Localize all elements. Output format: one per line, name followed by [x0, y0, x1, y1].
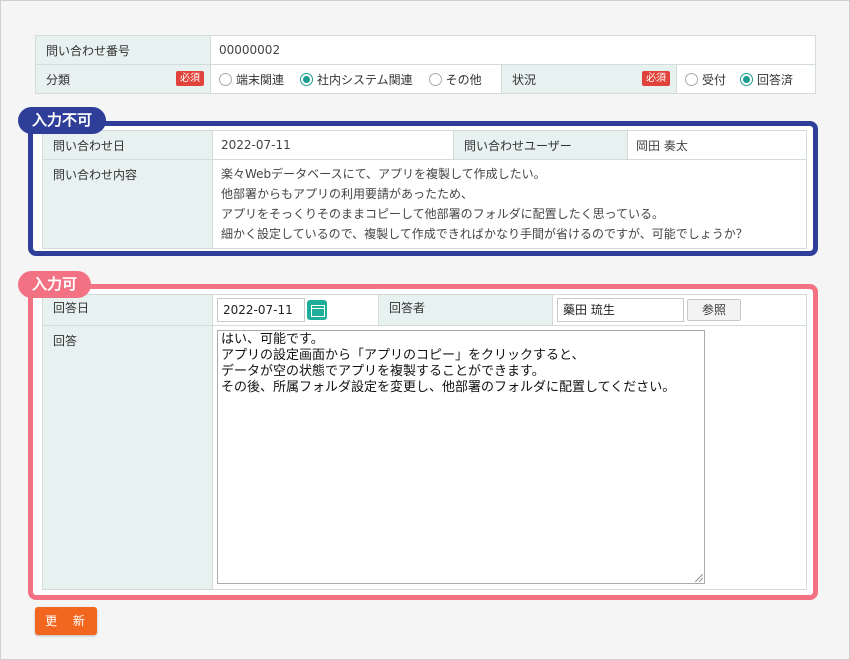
- reference-button[interactable]: 参照: [687, 299, 742, 321]
- inquiry-content-line: 楽々Webデータベースにて、アプリを複製して作成したい。: [221, 167, 546, 181]
- category-radio-group: 端末関連 社内システム関連 その他: [210, 64, 502, 94]
- inquiry-number-value: 00000002: [210, 35, 816, 65]
- required-badge: 必須: [176, 70, 204, 86]
- status-radio-group: 受付 回答済: [676, 64, 816, 94]
- status-label: 状況: [512, 72, 537, 87]
- editable-table: 回答日 2022-07-11 回答者 藥田 琉生 参照 回答 はい、可能です。 ア…: [42, 294, 807, 590]
- answerer-cell: 藥田 琉生 参照: [552, 294, 807, 326]
- category-option-label: 社内システム関連: [317, 72, 413, 87]
- answer-line: はい、可能です。: [221, 332, 324, 347]
- radio-icon[interactable]: [219, 72, 232, 86]
- radio-icon[interactable]: [428, 72, 442, 86]
- required-badge: 必須: [642, 70, 670, 86]
- editable-tag: 入力可: [18, 271, 92, 298]
- category-option-terminal[interactable]: 端末関連: [219, 71, 284, 88]
- category-option-other[interactable]: その他: [428, 71, 482, 88]
- calendar-icon[interactable]: [307, 300, 327, 320]
- update-button[interactable]: 更 新: [35, 607, 97, 635]
- radio-selected-icon[interactable]: [300, 72, 314, 86]
- inquiry-number-label: 問い合わせ番号: [35, 35, 211, 65]
- inquiry-content-line: 細かく設定しているので、複製して作成できればかなり手間が省けるのですが、可能でし…: [221, 227, 748, 241]
- status-option-received[interactable]: 受付: [685, 71, 726, 88]
- readonly-section: 問い合わせ日 2022-07-11 問い合わせユーザー 岡田 奏太 問い合わせ内…: [28, 121, 818, 256]
- answerer-label: 回答者: [378, 294, 553, 326]
- category-label-cell: 分類 必須: [35, 64, 211, 94]
- answer-line: その後、所属フォルダ設定を変更し、他部署のフォルダに配置してください。: [221, 380, 676, 395]
- inquiry-date-value: 2022-07-11: [212, 130, 454, 160]
- radio-selected-icon[interactable]: [740, 72, 754, 86]
- category-option-label: 端末関連: [236, 72, 285, 87]
- answerer-input[interactable]: 藥田 琉生: [557, 298, 684, 322]
- answer-textarea[interactable]: はい、可能です。 アプリの設定画面から「アプリのコピー」をクリックすると、 デー…: [217, 330, 705, 584]
- answer-date-cell: 2022-07-11: [212, 294, 379, 326]
- answer-date-input[interactable]: 2022-07-11: [217, 298, 305, 322]
- answer-label: 回答: [42, 325, 213, 590]
- inquiry-content-label: 問い合わせ内容: [42, 159, 213, 249]
- inquiry-content-value: 楽々Webデータベースにて、アプリを複製して作成したい。 他部署からもアプリの利…: [212, 159, 807, 249]
- readonly-table: 問い合わせ日 2022-07-11 問い合わせユーザー 岡田 奏太 問い合わせ内…: [42, 130, 807, 249]
- inquiry-form-page: 問い合わせ番号 00000002 分類 必須 端末関連 社内システム関連 その他…: [0, 0, 850, 660]
- radio-icon[interactable]: [685, 72, 698, 86]
- category-option-label: その他: [445, 72, 482, 87]
- status-option-label: 回答済: [757, 72, 794, 87]
- inquiry-user-value: 岡田 奏太: [627, 130, 807, 160]
- inquiry-user-label: 問い合わせユーザー: [453, 130, 628, 160]
- status-label-cell: 状況 必須: [501, 64, 677, 94]
- inquiry-content-line: アプリをそっくりそのままコピーして他部署のフォルダに配置したく思っている。: [221, 207, 665, 221]
- answer-cell: はい、可能です。 アプリの設定画面から「アプリのコピー」をクリックすると、 デー…: [212, 325, 807, 590]
- answer-line: データが空の状態でアプリを複製することができます。: [221, 364, 545, 379]
- inquiry-date-label: 問い合わせ日: [42, 130, 213, 160]
- answer-line: アプリの設定画面から「アプリのコピー」をクリックすると、: [221, 348, 585, 363]
- inquiry-content-line: 他部署からもアプリの利用要請があったため、: [221, 187, 474, 201]
- category-option-internal-system[interactable]: 社内システム関連: [300, 71, 413, 88]
- resize-grip-icon[interactable]: [695, 574, 703, 582]
- editable-section: 回答日 2022-07-11 回答者 藥田 琉生 参照 回答 はい、可能です。 ア…: [28, 284, 818, 600]
- status-option-answered[interactable]: 回答済: [740, 71, 793, 88]
- inquiry-header-table: 問い合わせ番号 00000002 分類 必須 端末関連 社内システム関連 その他…: [35, 35, 816, 94]
- answer-date-label: 回答日: [42, 294, 213, 326]
- category-label: 分類: [46, 72, 71, 87]
- readonly-tag: 入力不可: [18, 107, 107, 134]
- status-option-label: 受付: [702, 72, 727, 87]
